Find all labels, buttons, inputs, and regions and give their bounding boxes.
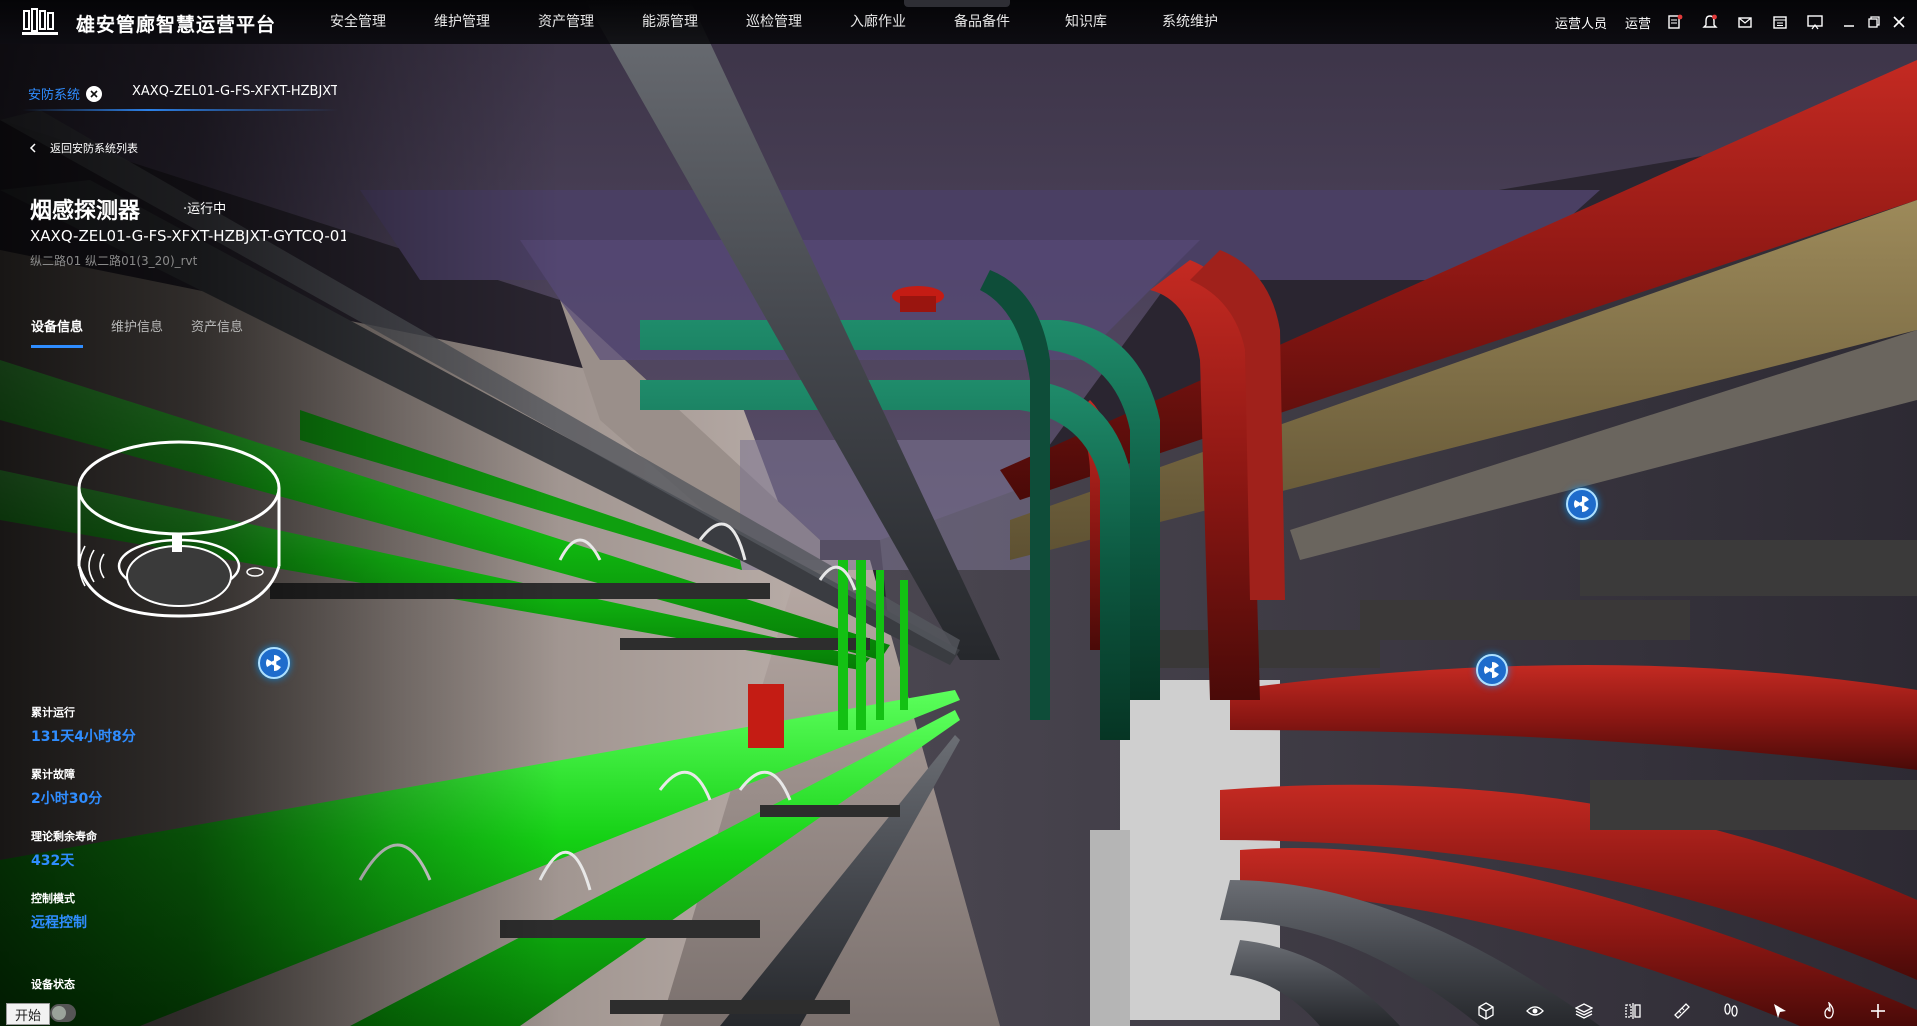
system-tab-label[interactable]: 安防系统 [28,84,80,103]
restore-icon[interactable] [1867,15,1881,29]
tab-asset-info[interactable]: 资产信息 [191,316,243,348]
plus-icon[interactable] [1868,1001,1888,1021]
metric-value: 432天 [31,853,75,869]
mail-icon[interactable] [1737,14,1753,30]
split-icon[interactable] [1623,1001,1643,1021]
fire-icon[interactable] [1819,1001,1839,1021]
company-logo-icon [22,8,58,35]
pointer-icon[interactable] [1770,1001,1790,1021]
close-icon[interactable] [1892,15,1906,29]
metric-cumulative-runtime: 累计运行 131天4小时8分 [31,704,136,746]
nav-knowledge[interactable]: 知识库 [1034,0,1138,44]
metric-control-mode: 控制模式 远程控制 [31,890,87,932]
minimize-icon[interactable] [1842,15,1856,29]
back-to-list-label: 返回安防系统列表 [50,142,138,155]
info-tabs: 设备信息 维护信息 资产信息 [31,316,271,348]
eye-icon[interactable] [1525,1001,1545,1021]
footprint-icon[interactable] [1721,1001,1741,1021]
nav-safety[interactable]: 安全管理 [306,0,410,44]
app-title: 雄安管廊智慧运营平台 [76,14,277,36]
device-name: 烟感探测器 [30,199,141,224]
device-marker-radiation-icon[interactable] [258,647,290,679]
metric-label: 理论剩余寿命 [31,830,97,843]
main-nav: 安全管理 维护管理 资产管理 能源管理 巡检管理 入廊作业 备品备件 知识库 系… [306,0,1242,44]
smoke-detector-illustration-icon [77,440,281,618]
device-code: XAXQ-ZEL01-G-FS-XFXT-HZBJXT-GYTCQ-01 [30,227,346,245]
tab-maintenance-info[interactable]: 维护信息 [111,316,163,348]
metric-value: 远程控制 [31,915,87,931]
metric-label: 设备状态 [31,978,75,991]
nav-assets[interactable]: 资产管理 [514,0,618,44]
device-marker-radiation-icon[interactable] [1476,654,1508,686]
start-button[interactable]: 开始 [6,1003,50,1025]
metric-label: 累计故障 [31,768,75,781]
screen-icon[interactable] [1807,14,1823,30]
nav-system[interactable]: 系统维护 [1138,0,1242,44]
metric-value: 131天4小时8分 [31,729,136,745]
metric-label: 控制模式 [31,892,75,905]
metric-value: 2小时30分 [31,791,103,807]
nav-energy[interactable]: 能源管理 [618,0,722,44]
metric-remaining-life: 理论剩余寿命 432天 [31,828,97,870]
device-status-text: ·运行中 [183,202,227,217]
device-location: 纵二路01 纵二路01(3_20)_rvt [30,254,198,268]
tab-close-icon[interactable] [86,86,102,102]
drag-handle[interactable] [904,0,1010,7]
user-role[interactable]: 运营 [1625,13,1651,32]
device-marker-radiation-icon[interactable] [1566,488,1598,520]
top-bar: 雄安管廊智慧运营平台 安全管理 维护管理 资产管理 能源管理 巡检管理 入廊作业… [0,0,1917,44]
nav-inspection[interactable]: 巡检管理 [722,0,826,44]
system-tab-code[interactable]: XAXQ-ZEL01-G-FS-XFXT-HZBJXT [132,84,337,99]
metric-cumulative-fault: 累计故障 2小时30分 [31,766,102,808]
scene-toolbar [1476,996,1917,1026]
metric-device-status: 设备状态 [31,976,75,992]
top-right-controls: 运营人员 运营 [1555,0,1917,44]
nav-maintenance[interactable]: 维护管理 [410,0,514,44]
app-window: 雄安管廊智慧运营平台 安全管理 维护管理 资产管理 能源管理 巡检管理 入廊作业… [0,0,1917,1026]
tab-device-info[interactable]: 设备信息 [31,316,84,348]
chevron-left-icon [29,143,36,153]
cube-icon[interactable] [1476,1001,1496,1021]
tab-underline [22,109,338,111]
toggle-knob [52,1006,66,1020]
metric-label: 累计运行 [31,706,75,719]
user-name[interactable]: 运营人员 [1555,13,1607,32]
bell-icon[interactable] [1702,14,1718,30]
layers-icon[interactable] [1574,1001,1594,1021]
back-to-list-link[interactable]: 返回安防系统列表 [28,140,138,156]
ruler-icon[interactable] [1672,1001,1692,1021]
device-status-toggle[interactable] [50,1004,76,1022]
calendar-icon[interactable] [1772,14,1788,30]
report-icon[interactable] [1667,14,1683,30]
